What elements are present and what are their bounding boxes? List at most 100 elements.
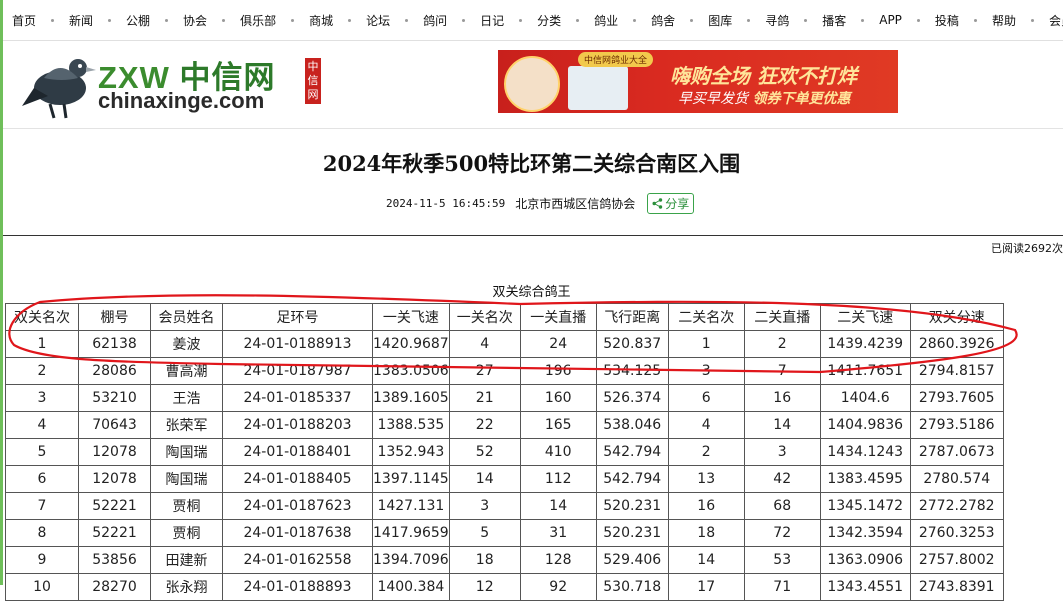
table-cell: 16 (667, 492, 745, 520)
table-cell: 68 (743, 492, 821, 520)
nav-item[interactable]: 会员区 (1016, 12, 1063, 29)
column-header: 二关直播 (743, 303, 821, 331)
nav-link[interactable]: 俱乐部 (240, 12, 276, 29)
table-cell: 160 (519, 384, 597, 412)
column-header: 二关名次 (667, 303, 745, 331)
nav-item[interactable]: 投稿 (902, 12, 959, 29)
product-can-icon (568, 66, 628, 110)
nav-item[interactable]: 协会 (150, 12, 207, 29)
table-cell: 5 (448, 519, 521, 547)
nav-link[interactable]: 寻鸽 (765, 12, 789, 29)
table-cell: 520.231 (595, 519, 669, 547)
nav-link[interactable]: APP (879, 13, 902, 27)
nav-item[interactable]: 寻鸽 (732, 12, 789, 29)
table-cell: 1397.1145 (372, 465, 450, 493)
nav-link[interactable]: 会员区 (1049, 12, 1063, 29)
table-cell: 2780.574 (909, 465, 1004, 493)
table-cell: 27 (448, 357, 521, 385)
table-row: 10 28270 张永翔 24-01-0188893 1400.384 12 92 530.7… (5, 573, 1004, 601)
organization-name: 北京市西城区信鸽协会 (515, 197, 636, 211)
table-cell: 196 (519, 357, 597, 385)
nav-item[interactable]: 鸽舍 (618, 12, 675, 29)
table-cell: 2772.2782 (909, 492, 1004, 520)
nav-link[interactable]: 论坛 (366, 12, 390, 29)
logo-domain: chinaxinge.com (98, 88, 265, 113)
nav-item[interactable]: 新闻 (36, 12, 93, 29)
table-cell: 1394.7096 (372, 546, 450, 574)
banner-sub-left: 早买早发货 (678, 91, 748, 107)
table-cell: 165 (519, 411, 597, 439)
table-cell: 2760.3253 (909, 519, 1004, 547)
table-row: 6 12078 陶国瑞 24-01-0188405 1397.1145 14 112 542.… (5, 465, 1004, 493)
table-cell: 72 (743, 519, 821, 547)
table-cell: 24 (519, 330, 597, 358)
table-cell: 12078 (78, 465, 151, 493)
nav-item[interactable]: 播客 (789, 12, 846, 29)
nav-item[interactable]: APP (846, 13, 902, 27)
table-caption: 双关综合鸽王 (492, 285, 571, 300)
table-cell: 1427.131 (372, 492, 450, 520)
nav-link[interactable]: 商城 (309, 12, 333, 29)
nav-list: 首页 新闻 公棚 协会 俱乐部 商城 论坛 鸽问 日记 分类 鸽业 鸽舍 图库 寻鸽 播客 APP 投稿 帮助 会员… (3, 0, 1063, 40)
publish-time: 2024-11-5 16:45:59 (386, 197, 506, 210)
table-cell: 4 (448, 330, 521, 358)
table-cell: 1363.0906 (819, 546, 911, 574)
nav-item[interactable]: 日记 (447, 12, 504, 29)
share-button[interactable]: 分享 (647, 193, 695, 214)
column-header: 飞行距离 (595, 303, 669, 331)
nav-link[interactable]: 新闻 (69, 12, 93, 29)
table-cell: 1417.9659 (372, 519, 450, 547)
nav-item[interactable]: 商城 (276, 12, 333, 29)
nav-item[interactable]: 分类 (504, 12, 561, 29)
header-divider (3, 128, 1063, 129)
nav-item[interactable]: 论坛 (333, 12, 390, 29)
table-cell: 22 (448, 411, 521, 439)
table-cell: 12 (448, 573, 521, 601)
nav-link[interactable]: 分类 (537, 12, 561, 29)
table-cell: 52 (448, 438, 521, 466)
nav-separator (165, 18, 169, 22)
ad-banner[interactable]: 中信网鸽业大全 嗨购全场 狂欢不打烊 早买早发货 领券下单更优惠 (498, 50, 898, 113)
table-cell: 2793.7605 (909, 384, 1004, 412)
nav-item[interactable]: 俱乐部 (207, 12, 276, 29)
column-header: 二关飞速 (819, 303, 911, 331)
nav-link[interactable]: 帮助 (992, 12, 1016, 29)
nav-link[interactable]: 日记 (480, 12, 504, 29)
column-header: 一关飞速 (372, 303, 450, 331)
nav-link[interactable]: 图库 (708, 12, 732, 29)
table-cell: 贾桐 (150, 519, 223, 547)
nav-item[interactable]: 公棚 (93, 12, 150, 29)
column-header: 会员姓名 (150, 303, 223, 331)
nav-link[interactable]: 鸽问 (423, 12, 447, 29)
nav-link[interactable]: 公棚 (126, 12, 150, 29)
table-cell: 1434.1243 (819, 438, 911, 466)
nav-separator (108, 18, 112, 22)
table-cell: 贾桐 (150, 492, 223, 520)
nav-link[interactable]: 鸽业 (594, 12, 618, 29)
nav-item[interactable]: 图库 (675, 12, 732, 29)
nav-item[interactable]: 首页 (12, 12, 36, 29)
nav-separator (462, 18, 466, 22)
share-icon (652, 198, 663, 209)
nav-item[interactable]: 鸽业 (561, 12, 618, 29)
table-cell: 529.406 (595, 546, 669, 574)
nav-link[interactable]: 播客 (822, 12, 846, 29)
nav-link[interactable]: 投稿 (935, 12, 959, 29)
nav-link[interactable]: 协会 (183, 12, 207, 29)
nav-link[interactable]: 首页 (12, 12, 36, 29)
table-cell: 陶国瑞 (150, 438, 223, 466)
table-cell: 张永翔 (150, 573, 223, 601)
nav-separator (747, 18, 751, 22)
site-logo[interactable]: ZXW 中信网 chinaxinge.com (20, 48, 320, 120)
table-cell: 16 (743, 384, 821, 412)
table-cell: 2 (743, 330, 821, 358)
table-cell: 24-01-0187987 (222, 357, 373, 385)
nav-link[interactable]: 鸽舍 (651, 12, 675, 29)
nav-item[interactable]: 帮助 (959, 12, 1016, 29)
table-row: 3 53210 王浩 24-01-0185337 1389.1605 21 160 526.3… (5, 384, 1004, 412)
table-cell: 17 (667, 573, 745, 601)
article-meta: 2024-11-5 16:45:59 北京市西城区信鸽协会 分享 (386, 193, 695, 214)
table-cell: 520.231 (595, 492, 669, 520)
nav-separator (633, 18, 637, 22)
nav-item[interactable]: 鸽问 (390, 12, 447, 29)
